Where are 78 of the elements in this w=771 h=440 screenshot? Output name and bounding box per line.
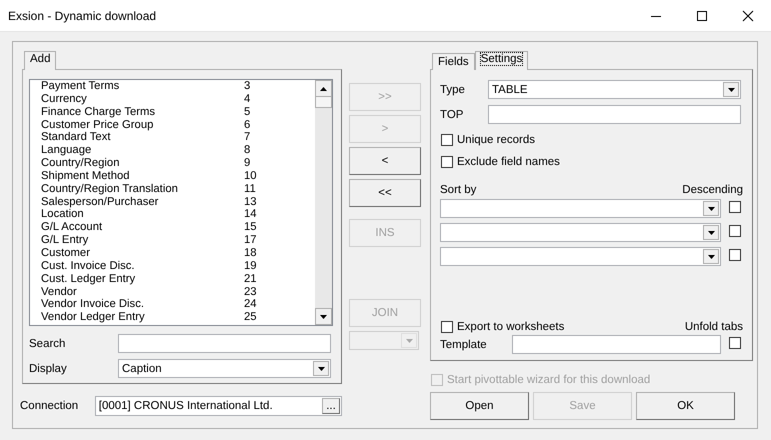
scroll-up-icon[interactable] — [320, 86, 327, 90]
checkbox[interactable] — [441, 156, 453, 168]
search-label: Search — [29, 338, 66, 350]
type-dropdown[interactable]: TABLE — [488, 80, 741, 99]
table-name[interactable]: Location — [41, 208, 244, 222]
table-name[interactable]: Cust. Invoice Disc. — [41, 260, 244, 273]
sort-by-label: Sort by — [440, 184, 476, 196]
transfer-button[interactable]: << — [349, 179, 421, 207]
dialog-button[interactable]: Open — [430, 392, 529, 420]
table-name[interactable]: Payment Terms — [41, 80, 244, 93]
scroll-thumb[interactable] — [315, 96, 332, 108]
table-number: 11 — [244, 182, 256, 196]
display-label: Display — [29, 362, 68, 374]
table-number: 5 — [244, 106, 250, 119]
scroll-down-icon[interactable] — [320, 314, 327, 318]
table-name[interactable]: Vendor Ledger Entry — [41, 311, 244, 324]
checkbox-label: Export to worksheets — [457, 321, 564, 333]
tab[interactable]: Settings — [474, 51, 528, 70]
table-number: 15 — [244, 221, 257, 234]
checkbox[interactable] — [729, 249, 741, 261]
table-number: 9 — [244, 157, 250, 170]
table-name[interactable]: Language — [41, 144, 244, 158]
tab[interactable]: Add — [24, 51, 56, 70]
descending-label: Descending — [682, 184, 743, 196]
table-name[interactable]: G/L Entry — [41, 234, 244, 247]
table-number: 23 — [244, 286, 257, 298]
table-number: 14 — [244, 208, 257, 222]
top-label: TOP — [440, 108, 464, 120]
checkbox[interactable] — [729, 225, 741, 237]
table-number: 18 — [244, 246, 257, 260]
table-name[interactable]: Customer Price Group — [41, 118, 244, 132]
checkbox[interactable] — [441, 134, 453, 146]
table-number: 25 — [244, 311, 257, 324]
table-name[interactable]: Vendor Invoice Disc. — [41, 298, 244, 312]
window-title: Exsion - Dynamic download — [8, 8, 158, 22]
table-number: 8 — [244, 144, 250, 158]
table-name[interactable]: Finance Charge Terms — [41, 106, 244, 119]
table-name[interactable]: Shipment Method — [41, 170, 244, 183]
checkbox[interactable] — [729, 201, 741, 213]
table-name[interactable]: Country/Region Translation — [41, 182, 244, 196]
table-name[interactable]: Cust. Ledger Entry — [41, 272, 244, 286]
table-name[interactable]: Salesperson/Purchaser — [41, 196, 244, 208]
table-name[interactable]: Customer — [41, 246, 244, 260]
browse-button[interactable]: ... — [322, 398, 340, 414]
table-number: 4 — [244, 92, 250, 106]
checkbox-label: Unique records — [457, 134, 535, 146]
table-number: 7 — [244, 131, 250, 144]
table-name[interactable]: Standard Text — [41, 131, 244, 144]
table-number: 3 — [244, 80, 250, 93]
table-name[interactable]: Country/Region — [41, 157, 244, 170]
type-label: Type — [440, 84, 466, 96]
table-number: 10 — [244, 170, 257, 183]
scrollbar[interactable] — [315, 80, 332, 325]
tab[interactable]: Fields — [432, 53, 475, 70]
table-number: 6 — [244, 118, 250, 132]
top-field[interactable] — [488, 105, 741, 124]
table-name[interactable]: Currency — [41, 92, 244, 106]
table-number: 13 — [244, 196, 257, 208]
checkbox-label: Start pivottable wizard for this download — [447, 374, 650, 386]
table-number: 24 — [244, 298, 257, 312]
template-label: Template — [440, 338, 488, 350]
display-dropdown[interactable]: Caption — [118, 359, 331, 378]
table-number: 21 — [244, 272, 257, 286]
table-number: 17 — [244, 234, 257, 247]
template-field[interactable] — [512, 335, 721, 354]
table-name[interactable]: G/L Account — [41, 221, 244, 234]
table-number: 19 — [244, 260, 257, 273]
transfer-button[interactable]: < — [349, 147, 421, 175]
checkbox[interactable] — [729, 337, 741, 349]
checkbox-label: Exclude field names — [457, 156, 560, 168]
table-list[interactable] — [29, 79, 333, 326]
dialog-button[interactable]: OK — [636, 392, 735, 420]
connection-field[interactable]: [0001] CRONUS International Ltd. ... — [94, 396, 342, 416]
connection-label: Connection — [20, 400, 80, 412]
unfold-tabs-label: Unfold tabs — [684, 321, 743, 333]
search-field[interactable] — [118, 334, 331, 353]
checkbox[interactable] — [441, 321, 453, 333]
table-name[interactable]: Vendor — [41, 286, 244, 298]
